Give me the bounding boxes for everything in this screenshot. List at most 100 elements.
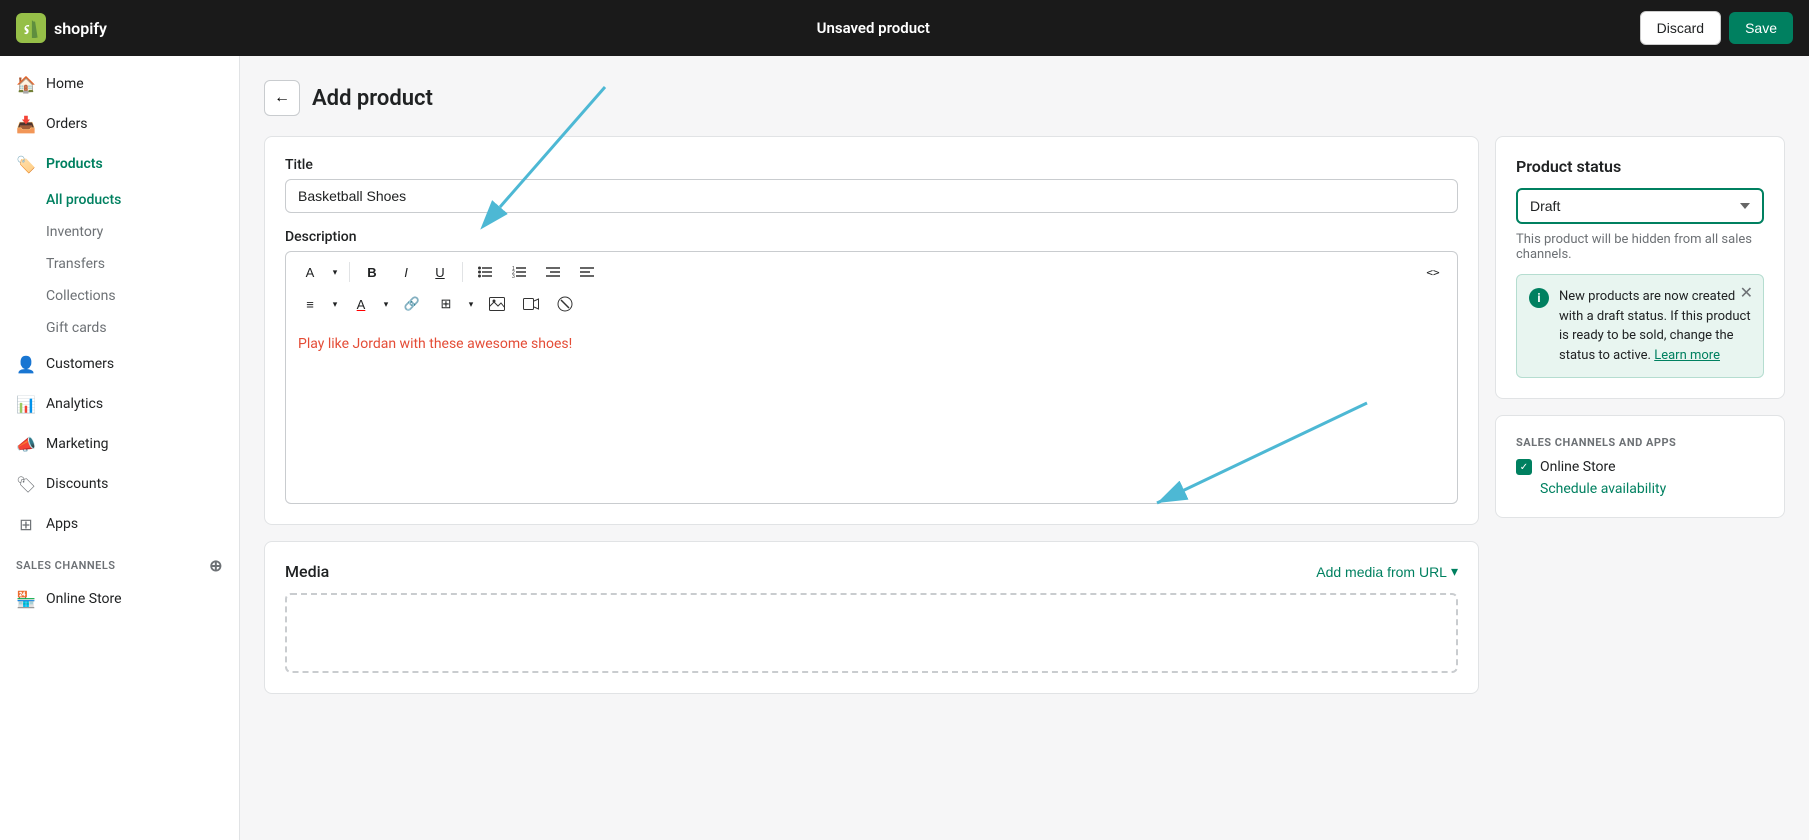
sidebar-apps-label: Apps xyxy=(46,516,78,532)
info-text: New products are now created with a draf… xyxy=(1559,287,1751,365)
sidebar-item-customers[interactable]: 👤 Customers xyxy=(0,344,239,384)
learn-more-link[interactable]: Learn more xyxy=(1654,348,1720,363)
media-card-header: Media Add media from URL ▾ xyxy=(285,562,1458,581)
sidebar-item-orders[interactable]: 📥 Orders xyxy=(0,104,239,144)
sidebar-item-apps[interactable]: ⊞ Apps xyxy=(0,504,239,544)
close-banner-button[interactable]: ✕ xyxy=(1740,283,1753,303)
sidebar-discounts-label: Discounts xyxy=(46,476,108,492)
add-media-button[interactable]: Add media from URL ▾ xyxy=(1316,563,1458,580)
toolbar-divider-1 xyxy=(349,262,350,282)
add-media-label: Add media from URL xyxy=(1316,564,1447,580)
analytics-icon: 📊 xyxy=(16,394,36,414)
page-header: ← Add product xyxy=(264,80,1785,116)
color-dropdown-icon[interactable]: ▾ xyxy=(378,290,394,318)
marketing-icon: 📣 xyxy=(16,434,36,454)
media-card: Media Add media from URL ▾ xyxy=(264,541,1479,694)
info-icon: i xyxy=(1529,288,1549,308)
media-label: Media xyxy=(285,562,329,581)
align-dropdown-icon[interactable]: ▾ xyxy=(327,290,343,318)
code-btn[interactable]: <> xyxy=(1417,258,1449,286)
align-btn-group[interactable]: ≡ ▾ xyxy=(294,290,343,318)
font-btn[interactable]: A xyxy=(294,258,326,286)
ol-btn[interactable]: 123 xyxy=(503,258,535,286)
text-color-btn[interactable]: A xyxy=(345,290,377,318)
sidebar-orders-label: Orders xyxy=(46,116,88,132)
products-icon: 🏷️ xyxy=(16,154,36,174)
color-btn-group[interactable]: A ▾ xyxy=(345,290,394,318)
main-content: ← Add product xyxy=(240,56,1809,840)
content-columns: Title Description A ▾ B I xyxy=(264,136,1785,694)
table-btn-group[interactable]: ⊞ ▾ xyxy=(430,290,479,318)
sidebar-item-analytics[interactable]: 📊 Analytics xyxy=(0,384,239,424)
toolbar-row-1: A ▾ B I U 123 xyxy=(294,258,1449,286)
sidebar-analytics-label: Analytics xyxy=(46,396,103,412)
sidebar-item-transfers[interactable]: Transfers xyxy=(0,248,239,280)
sidebar: 🏠 Home 📥 Orders 🏷️ Products All products… xyxy=(0,56,240,840)
info-banner: i New products are now created with a dr… xyxy=(1516,274,1764,378)
apps-icon: ⊞ xyxy=(16,514,36,534)
sidebar-item-all-products[interactable]: All products xyxy=(0,184,239,216)
sales-channels-label: SALES CHANNELS xyxy=(16,559,116,572)
video-btn[interactable] xyxy=(515,290,547,318)
main-column: Title Description A ▾ B I xyxy=(264,136,1479,694)
title-input[interactable] xyxy=(285,179,1458,213)
add-media-dropdown-icon: ▾ xyxy=(1451,563,1458,580)
sales-channels-section: SALES CHANNELS ⊕ xyxy=(0,544,239,579)
indent-btn[interactable] xyxy=(537,258,569,286)
top-navigation: shopify Unsaved product Discard Save xyxy=(0,0,1809,56)
description-content: Play like Jordan with these awesome shoe… xyxy=(298,336,572,352)
table-btn[interactable]: ⊞ xyxy=(430,290,462,318)
sidebar-column: Product status Draft Active This product… xyxy=(1495,136,1785,518)
align-btn[interactable]: ≡ xyxy=(294,290,326,318)
font-size-btn-group[interactable]: A ▾ xyxy=(294,258,343,286)
italic-btn[interactable]: I xyxy=(390,258,422,286)
clear-format-btn[interactable] xyxy=(549,290,581,318)
checkbox-check-icon: ✓ xyxy=(1520,462,1528,473)
online-store-channel-row: ✓ Online Store xyxy=(1516,459,1764,475)
bold-btn[interactable]: B xyxy=(356,258,388,286)
nav-page-title: Unsaved product xyxy=(123,19,1624,37)
sales-channels-card: SALES CHANNELS AND APPS ✓ Online Store S… xyxy=(1495,415,1785,518)
product-status-card: Product status Draft Active This product… xyxy=(1495,136,1785,399)
save-button[interactable]: Save xyxy=(1729,12,1793,44)
font-dropdown-icon[interactable]: ▾ xyxy=(327,258,343,286)
schedule-availability-link[interactable]: Schedule availability xyxy=(1516,481,1764,497)
toolbar-row-2: ≡ ▾ A ▾ 🔗 ⊞ ▾ xyxy=(294,290,1449,318)
add-sales-channel-icon[interactable]: ⊕ xyxy=(209,556,223,575)
online-store-checkbox[interactable]: ✓ xyxy=(1516,459,1532,475)
sidebar-customers-label: Customers xyxy=(46,356,114,372)
sidebar-item-collections[interactable]: Collections xyxy=(0,280,239,312)
sidebar-item-inventory[interactable]: Inventory xyxy=(0,216,239,248)
sidebar-item-discounts[interactable]: 🏷 Discounts xyxy=(0,464,239,504)
online-store-channel-label: Online Store xyxy=(1540,459,1616,475)
editor-toolbar: A ▾ B I U 123 xyxy=(285,251,1458,324)
editor-body[interactable]: Play like Jordan with these awesome shoe… xyxy=(285,324,1458,504)
outdent-btn[interactable] xyxy=(571,258,603,286)
link-btn[interactable]: 🔗 xyxy=(396,290,428,318)
table-dropdown-icon[interactable]: ▾ xyxy=(463,290,479,318)
media-dropzone[interactable] xyxy=(285,593,1458,673)
underline-btn[interactable]: U xyxy=(424,258,456,286)
sidebar-item-home[interactable]: 🏠 Home xyxy=(0,64,239,104)
online-store-icon: 🏪 xyxy=(16,589,36,609)
sidebar-item-online-store[interactable]: 🏪 Online Store xyxy=(0,579,239,619)
description-label: Description xyxy=(285,229,1458,245)
home-icon: 🏠 xyxy=(16,74,36,94)
back-icon: ← xyxy=(274,89,290,107)
sidebar-online-store-label: Online Store xyxy=(46,591,122,607)
sidebar-item-gift-cards[interactable]: Gift cards xyxy=(0,312,239,344)
sidebar-item-products[interactable]: 🏷️ Products xyxy=(0,144,239,184)
orders-icon: 📥 xyxy=(16,114,36,134)
image-btn[interactable] xyxy=(481,290,513,318)
logo-text: shopify xyxy=(54,19,107,38)
sales-channels-section-title: SALES CHANNELS AND APPS xyxy=(1516,436,1764,449)
sidebar-item-marketing[interactable]: 📣 Marketing xyxy=(0,424,239,464)
back-button[interactable]: ← xyxy=(264,80,300,116)
description-arrow xyxy=(1127,393,1377,513)
discard-button[interactable]: Discard xyxy=(1640,11,1721,45)
ul-btn[interactable] xyxy=(469,258,501,286)
status-select[interactable]: Draft Active xyxy=(1516,188,1764,224)
toolbar-divider-2 xyxy=(462,262,463,282)
nav-actions: Discard Save xyxy=(1640,11,1793,45)
sidebar-home-label: Home xyxy=(46,76,84,92)
